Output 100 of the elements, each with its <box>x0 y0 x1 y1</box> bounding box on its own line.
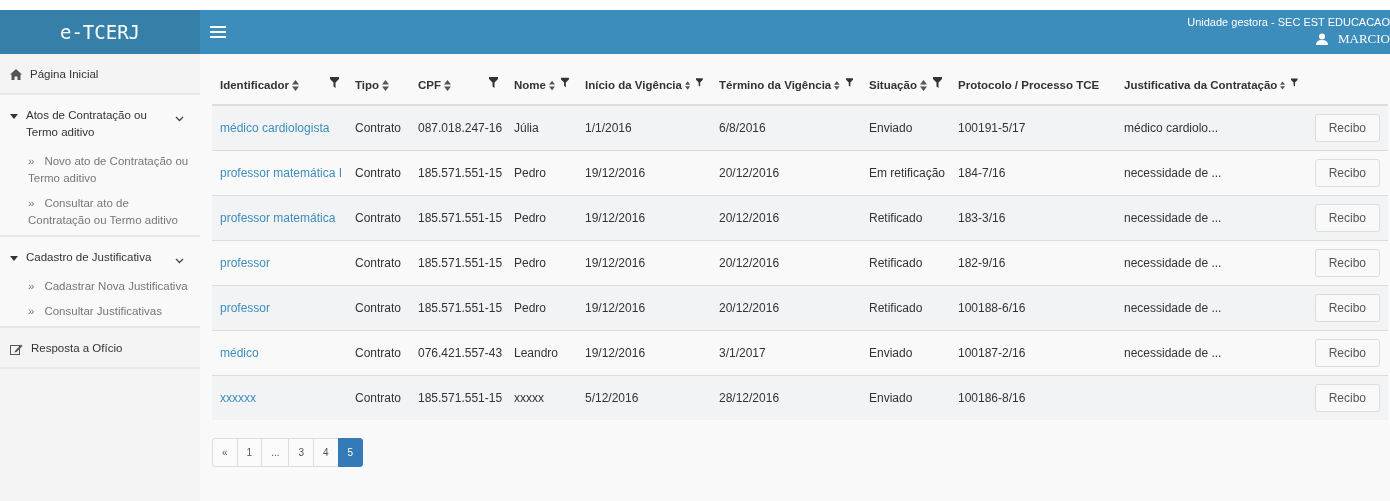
submenu-item[interactable]: » Consultar ato de Contratação ou Termo aditivo <box>0 193 200 235</box>
table-cell: Contrato <box>355 166 402 180</box>
sort-icon[interactable] <box>919 79 927 91</box>
column-header[interactable]: CPF <box>418 79 441 91</box>
column-header[interactable]: Justificativa da Contratação <box>1124 79 1278 91</box>
sidebar-item-label: Cadastro de Justificativa <box>26 250 153 265</box>
identifier-link[interactable]: professor <box>220 256 271 270</box>
column-header[interactable]: Protocolo / Processo TCE <box>958 79 1100 91</box>
table-cell: Pedro <box>514 256 547 270</box>
submenu-item[interactable]: » Consultar Justificativas <box>0 301 200 326</box>
table-cell: Contrato <box>355 256 402 270</box>
table-cell: 100187-2/16 <box>958 346 1026 360</box>
filter-icon[interactable] <box>489 76 498 88</box>
identifier-link[interactable]: médico <box>220 346 259 360</box>
filter-icon[interactable] <box>845 76 853 88</box>
table-cell: Leandro <box>514 346 559 360</box>
table-cell: Enviado <box>869 346 913 360</box>
sidebar-item-label: Página Inicial <box>30 67 100 82</box>
page-button[interactable]: ... <box>261 438 290 467</box>
table-cell: 20/12/2016 <box>719 166 780 180</box>
column-header[interactable]: Início da Vigência <box>585 79 682 91</box>
sort-icon[interactable] <box>444 79 451 91</box>
table-cell: 183-3/16 <box>958 211 1006 225</box>
table-cell: 182-9/16 <box>958 256 1006 270</box>
table-cell: necessidade de ... <box>1124 211 1222 225</box>
page-button[interactable]: 5 <box>337 438 364 467</box>
sidebar-item[interactable]: Resposta a Ofício <box>0 328 200 367</box>
receipt-button[interactable]: Recibo <box>1314 114 1380 142</box>
submenu-item[interactable]: » Cadastrar Nova Justificativa <box>0 276 200 301</box>
filter-icon[interactable] <box>1291 76 1298 88</box>
identifier-link[interactable]: xxxxxx <box>220 391 256 405</box>
table-cell: 185.571.551-15 <box>418 166 503 180</box>
table-cell: xxxxx <box>514 391 544 405</box>
table-cell: necessidade de ... <box>1124 166 1222 180</box>
sort-icon[interactable] <box>292 79 299 91</box>
chevron-icon <box>175 258 184 264</box>
page-button[interactable]: 1 <box>236 438 263 467</box>
receipt-button[interactable]: Recibo <box>1314 294 1380 322</box>
table-cell: Contrato <box>355 301 402 315</box>
table-cell: Pedro <box>514 166 547 180</box>
receipt-button[interactable]: Recibo <box>1314 384 1380 412</box>
table-cell: 087.018.247-16 <box>418 121 503 135</box>
sort-icon[interactable] <box>382 79 390 91</box>
menu-icon[interactable] <box>210 26 226 38</box>
table-cell: 185.571.551-15 <box>418 301 503 315</box>
receipt-button[interactable]: Recibo <box>1314 249 1380 277</box>
chevron-icon <box>175 116 184 122</box>
filter-icon[interactable] <box>561 76 569 88</box>
edit-icon <box>10 343 23 355</box>
filter-icon[interactable] <box>330 76 339 88</box>
user-name[interactable]: MARCIO <box>1338 31 1390 47</box>
identifier-link[interactable]: professor matemática I <box>220 166 343 180</box>
sidebar-item[interactable]: Cadastro de Justificativa <box>0 237 200 276</box>
sidebar-item[interactable]: Página Inicial <box>0 54 200 93</box>
page-button[interactable]: 3 <box>288 438 315 467</box>
sort-icon[interactable] <box>1280 79 1286 91</box>
table-cell: Pedro <box>514 301 547 315</box>
column-header[interactable]: Término da Vigência <box>719 79 832 91</box>
table-cell: 20/12/2016 <box>719 256 780 270</box>
table-cell: 20/12/2016 <box>719 211 780 225</box>
table-cell: 28/12/2016 <box>719 391 780 405</box>
table-cell: 100191-5/17 <box>958 121 1026 135</box>
page-button[interactable]: « <box>212 438 238 467</box>
column-header[interactable]: Nome <box>514 79 546 91</box>
table-cell: Contrato <box>355 211 402 225</box>
column-header[interactable]: Identificador <box>220 79 289 91</box>
table-cell: Retificado <box>869 301 923 315</box>
sort-icon[interactable] <box>834 79 840 91</box>
home-icon <box>10 69 22 80</box>
sidebar-item-label: Resposta a Ofício <box>31 341 124 356</box>
table-cell: 5/12/2016 <box>585 391 639 405</box>
page-button[interactable]: 4 <box>313 438 339 467</box>
table-cell: 185.571.551-15 <box>418 211 503 225</box>
table-cell: 3/1/2017 <box>719 346 766 360</box>
filter-icon[interactable] <box>933 76 942 88</box>
table-cell: 19/12/2016 <box>585 301 646 315</box>
sidebar-item-label: Atos de Contratação ou Termo aditivo <box>26 108 148 140</box>
table-cell: Contrato <box>355 346 402 360</box>
table-cell: Júlia <box>514 121 539 135</box>
table-cell: Pedro <box>514 211 547 225</box>
sidebar-item[interactable]: Atos de Contratação ou Termo aditivo <box>0 95 200 151</box>
receipt-button[interactable]: Recibo <box>1314 204 1380 232</box>
table-cell: 20/12/2016 <box>719 301 780 315</box>
table-cell: 19/12/2016 <box>585 256 646 270</box>
column-header[interactable]: Tipo <box>355 79 380 91</box>
sort-icon[interactable] <box>548 79 556 91</box>
receipt-button[interactable]: Recibo <box>1314 339 1380 367</box>
column-header[interactable]: Situação <box>869 79 917 91</box>
table-cell: 076.421.557-43 <box>418 346 503 360</box>
table-cell: 19/12/2016 <box>585 346 646 360</box>
table-cell: Contrato <box>355 121 402 135</box>
logo: e-TCERJ <box>59 21 141 43</box>
submenu-item[interactable]: » Novo ato de Contratação ou Termo aditivo <box>0 151 200 193</box>
sort-icon[interactable] <box>684 79 691 91</box>
filter-icon[interactable] <box>696 76 703 88</box>
receipt-button[interactable]: Recibo <box>1314 159 1380 187</box>
table-cell: Retificado <box>869 211 923 225</box>
caret-icon <box>10 114 18 119</box>
table-cell: Enviado <box>869 121 913 135</box>
table-cell: Enviado <box>869 391 913 405</box>
